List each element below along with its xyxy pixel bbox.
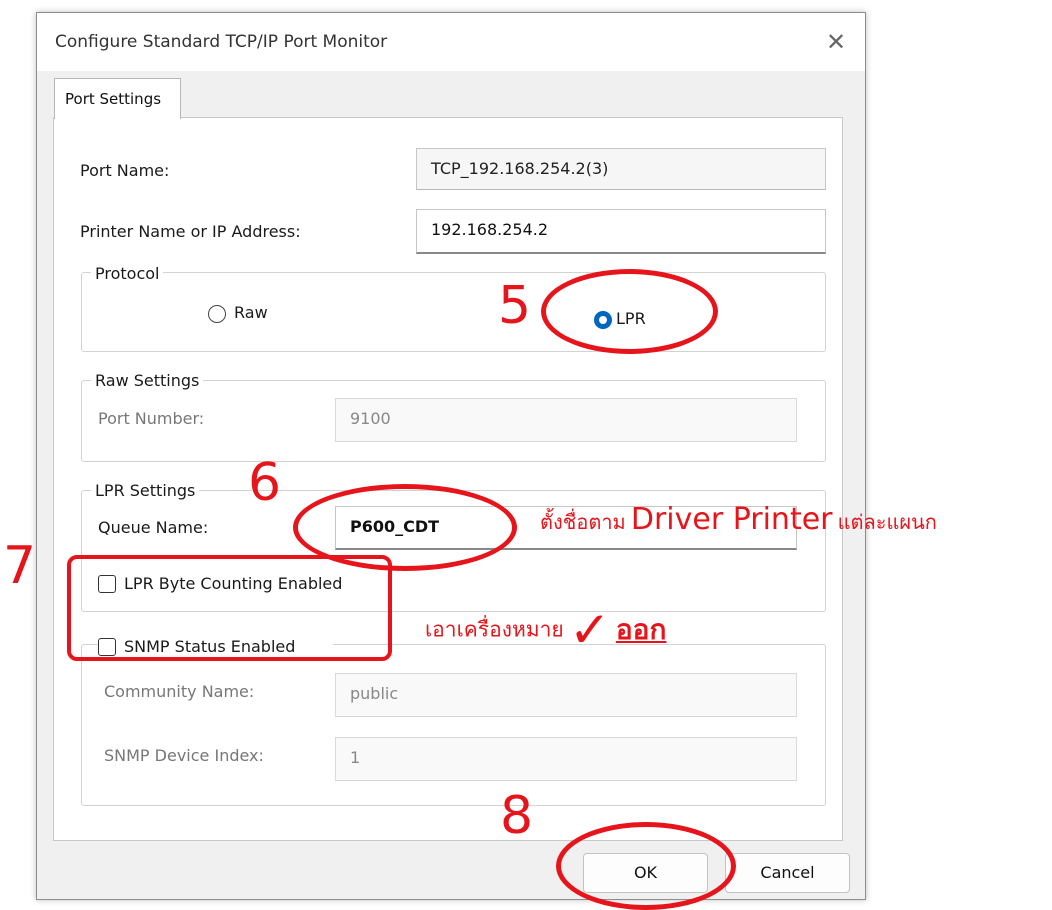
uncheck-note-text: เอาเครื่องหมาย [425, 617, 564, 642]
step-8-label: 8 [500, 786, 534, 846]
uncheck-note: เอาเครื่องหมาย ✓ ออก [425, 605, 667, 655]
step-7-label: 7 [3, 536, 37, 596]
port-number-label: Port Number: [98, 409, 205, 428]
port-number-field: 9100 [335, 398, 797, 442]
community-name-field: public [335, 673, 797, 717]
printer-name-label: Printer Name or IP Address: [80, 222, 301, 241]
port-name-label: Port Name: [80, 161, 170, 180]
tab-port-settings[interactable]: Port Settings [54, 78, 181, 119]
snmp-device-index-field: 1 [335, 737, 797, 781]
printer-name-field[interactable]: 192.168.254.2 [416, 209, 826, 254]
checkbox-highlight-rect [67, 555, 392, 661]
tab-label: Port Settings [65, 90, 162, 108]
dialog-window: Configure Standard TCP/IP Port Monitor ✕… [36, 12, 866, 900]
tab-panel: Port Name: TCP_192.168.254.2(3) Printer … [53, 117, 843, 841]
lpr-settings-title: LPR Settings [91, 481, 200, 500]
raw-settings-title: Raw Settings [91, 371, 204, 390]
queue-name-label: Queue Name: [98, 518, 209, 537]
raw-radio-label: Raw [234, 303, 268, 322]
queue-note-suffix: แต่ละแผนก [837, 510, 937, 534]
lpr-highlight-ellipse [541, 269, 718, 354]
snmp-group [81, 644, 826, 806]
ok-highlight-ellipse [556, 822, 736, 910]
queue-name-note: ตั้งชื่อตาม Driver Printer แต่ละแผนก [540, 502, 937, 538]
step-5-label: 5 [498, 276, 532, 336]
protocol-group-title: Protocol [91, 264, 164, 283]
raw-radio[interactable] [208, 305, 226, 323]
queue-note-prefix: ตั้งชื่อตาม [540, 510, 626, 534]
close-icon[interactable]: ✕ [821, 27, 851, 57]
window-title: Configure Standard TCP/IP Port Monitor [55, 32, 388, 52]
snmp-device-index-label: SNMP Device Index: [104, 746, 264, 765]
community-name-label: Community Name: [104, 682, 255, 701]
checkmark-icon: ✓ [568, 601, 611, 659]
title-bar: Configure Standard TCP/IP Port Monitor ✕ [37, 13, 865, 71]
queue-note-driver: Driver Printer [630, 502, 833, 537]
cancel-button[interactable]: Cancel [725, 853, 850, 893]
port-name-field[interactable]: TCP_192.168.254.2(3) [416, 148, 826, 190]
step-6-label: 6 [248, 453, 282, 513]
uncheck-note-out: ออก [615, 613, 667, 646]
